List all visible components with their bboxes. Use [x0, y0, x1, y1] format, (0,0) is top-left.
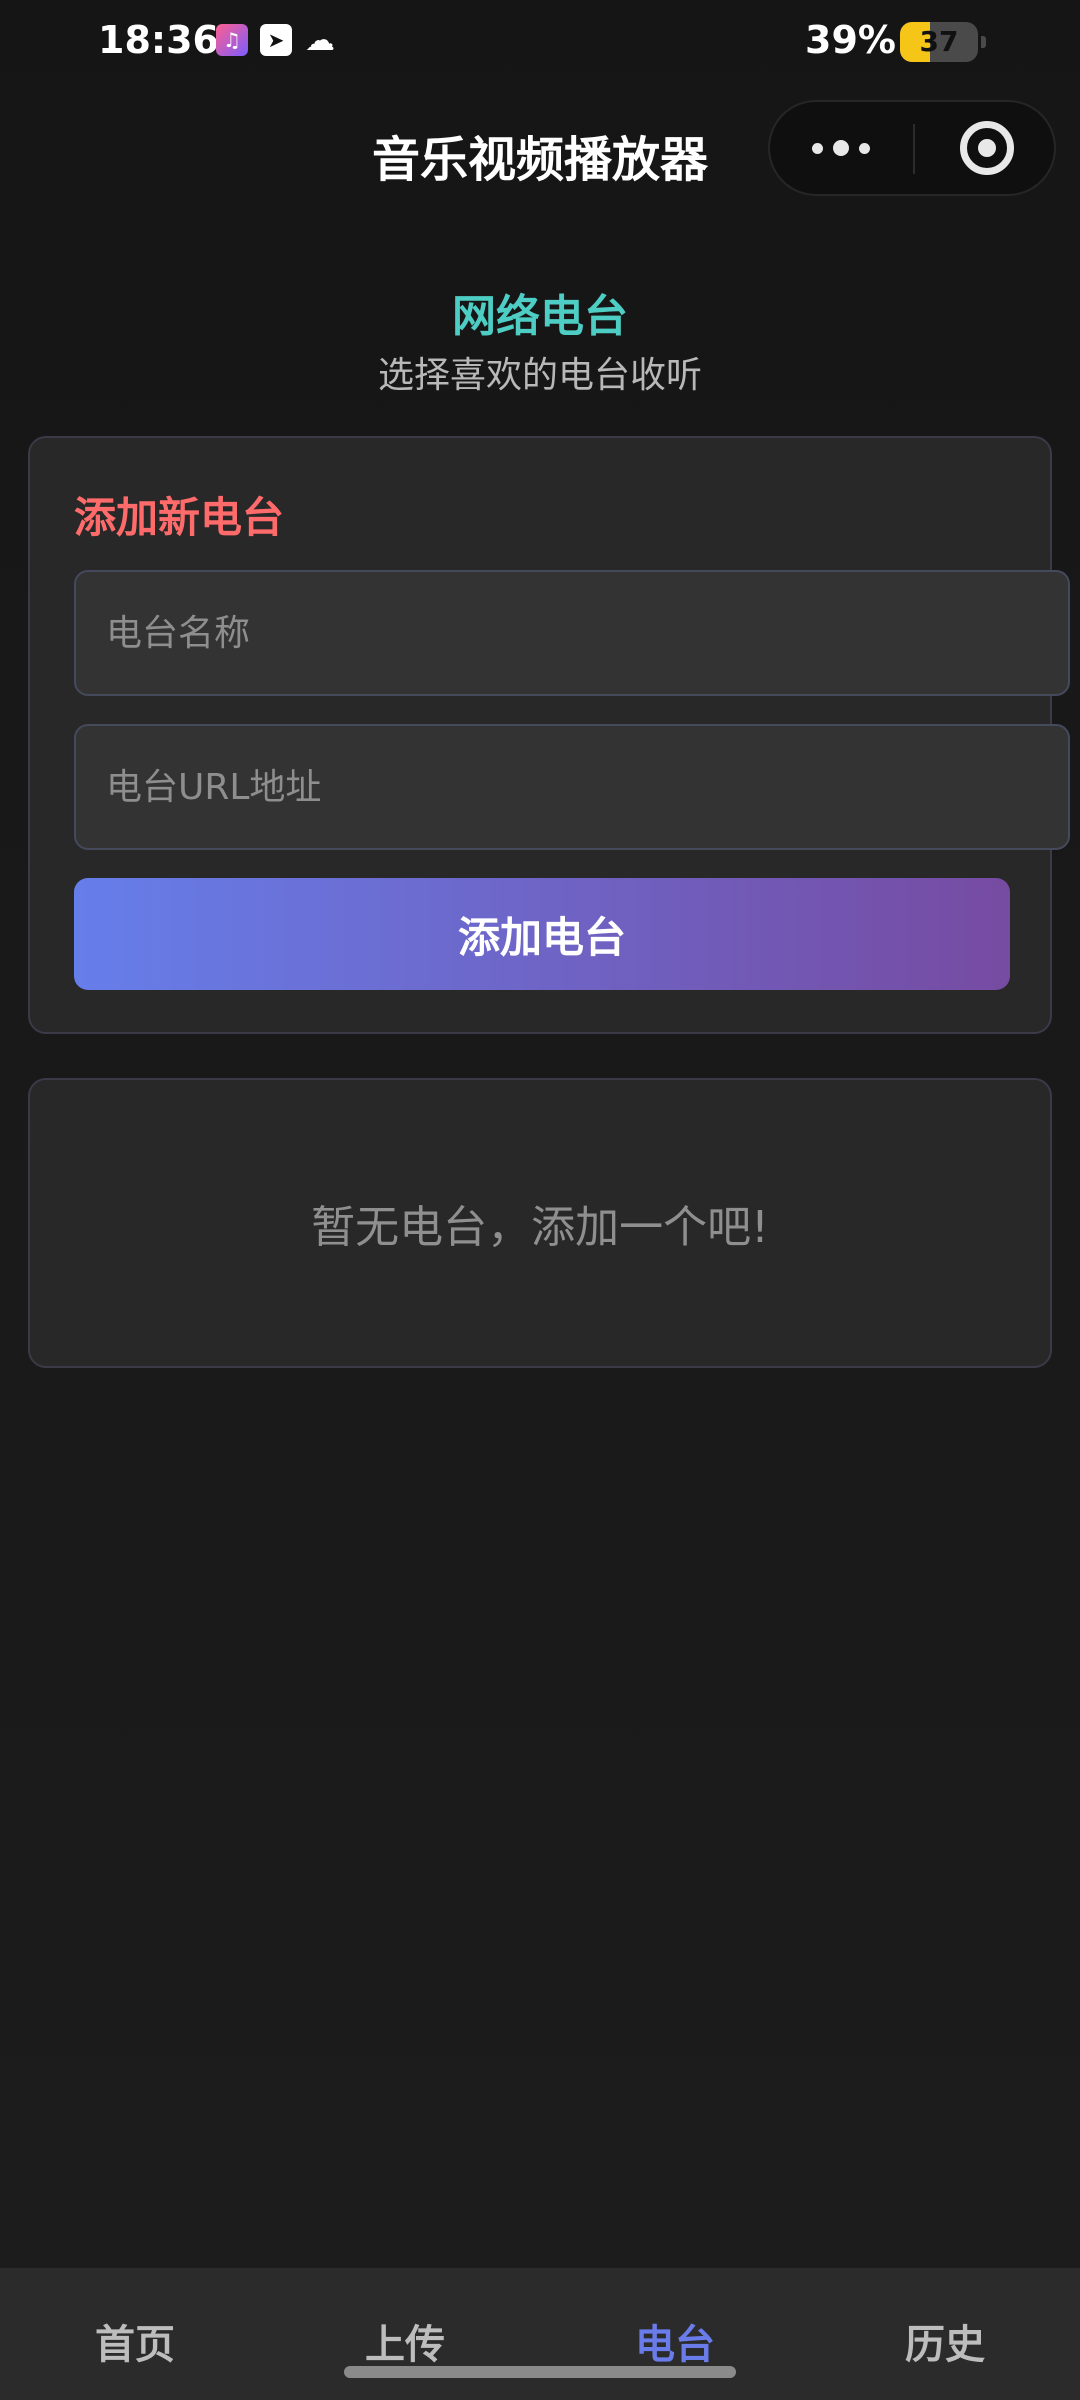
station-list-empty: 暂无电台，添加一个吧! [28, 1078, 1052, 1368]
add-station-button[interactable]: 添加电台 [74, 878, 1010, 990]
cloud-icon: ☁ [305, 22, 335, 58]
add-station-card: 添加新电台 添加电台 [28, 436, 1070, 1034]
radio-page: 18:36 ♫ ➤ ☁ 39% 37 音乐视频播放器 网络电台 选择喜欢的电台收… [0, 0, 1080, 2400]
tab-bar: 首页 上传 电台 历史 [0, 2268, 1080, 2400]
status-icons: ♫ ➤ ☁ [216, 22, 336, 58]
empty-state-text: 暂无电台，添加一个吧! [311, 1202, 769, 1253]
send-icon: ➤ [260, 24, 292, 56]
station-name-input[interactable] [106, 612, 1068, 654]
target-close-icon [960, 121, 1014, 175]
capsule-divider [913, 124, 915, 174]
battery-icon: 37 [900, 22, 978, 62]
more-dot-center [833, 140, 849, 156]
tab-radio[interactable]: 电台 [540, 2268, 810, 2400]
more-dots-icon [812, 142, 823, 154]
title-bar: 音乐视频播放器 [0, 90, 1080, 210]
section-subtitle: 选择喜欢的电台收听 [377, 355, 702, 396]
battery-percent: 39% [805, 18, 896, 62]
tab-upload[interactable]: 上传 [270, 2268, 540, 2400]
station-url-input[interactable] [106, 766, 1068, 808]
status-bar: 18:36 ♫ ➤ ☁ 39% 37 [0, 0, 1080, 84]
more-dot-right [859, 142, 870, 154]
tab-home[interactable]: 首页 [0, 2268, 270, 2400]
add-station-title: 添加新电台 [74, 493, 285, 542]
more-button[interactable] [770, 102, 912, 194]
battery-level: 37 [919, 25, 959, 58]
music-app-icon: ♫ [216, 24, 248, 56]
ring-dot [978, 139, 996, 157]
home-indicator[interactable] [344, 2366, 736, 2378]
battery-tip [981, 36, 986, 48]
close-button[interactable] [916, 102, 1058, 194]
station-name-field[interactable] [74, 570, 1070, 696]
status-time: 18:36 [98, 18, 219, 62]
section-title: 网络电台 [452, 291, 628, 342]
tab-history[interactable]: 历史 [810, 2268, 1080, 2400]
mini-program-capsule [768, 100, 1056, 196]
station-url-field[interactable] [74, 724, 1070, 850]
